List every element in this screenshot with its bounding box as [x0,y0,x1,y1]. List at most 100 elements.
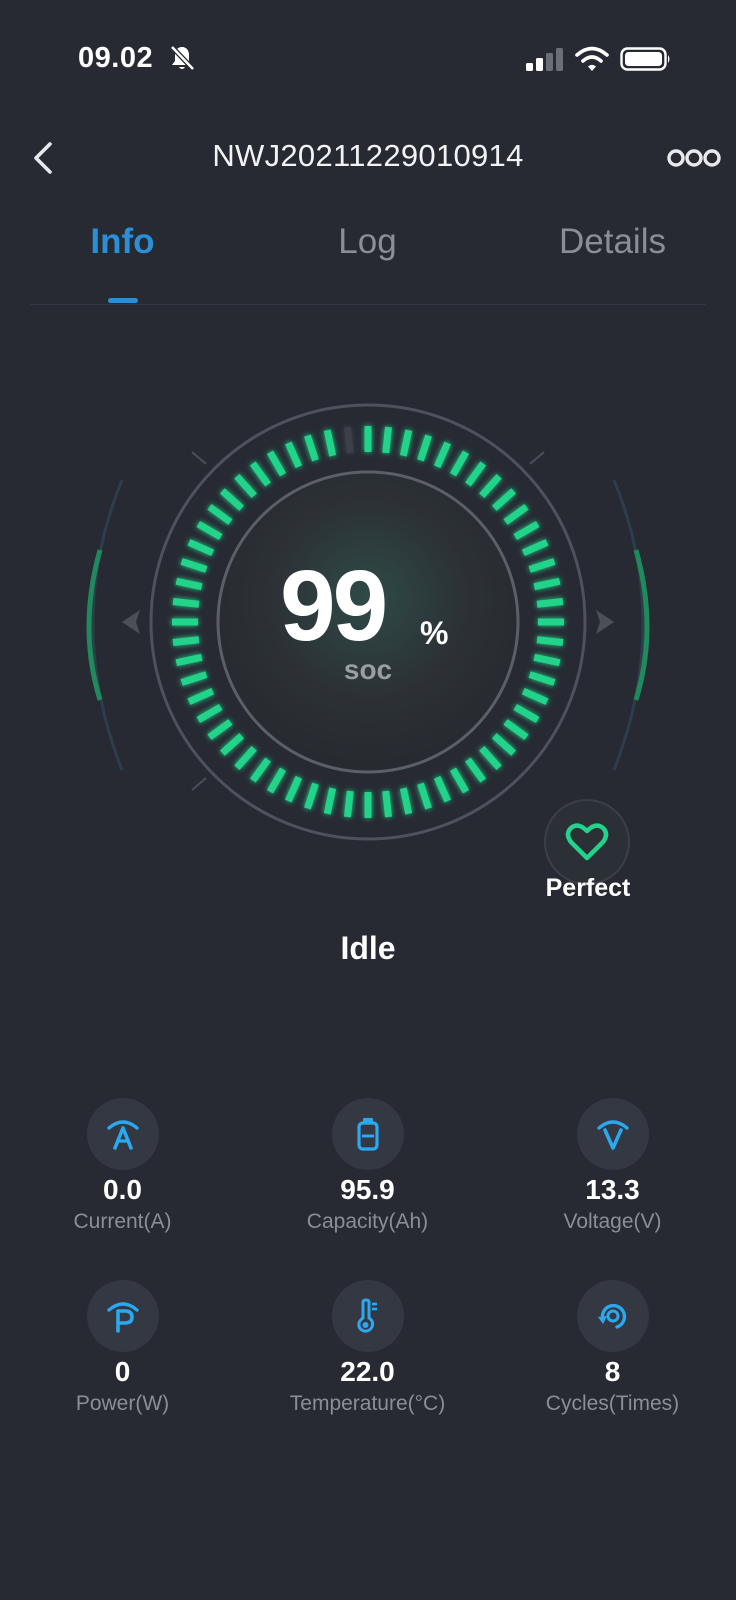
gauge-right-arrow [596,610,614,634]
gauge-corner-mark [191,777,207,791]
metric-cycles: 8 Cycles(Times) [490,1280,735,1430]
gauge-segment [172,636,200,646]
gauge-segment [382,426,392,454]
gauge-segment [479,745,502,771]
gauge-segment [249,461,271,487]
gauge-segment [285,775,303,803]
gauge-segment [521,539,549,557]
gauge-segment [449,450,470,477]
tab-divider [30,304,706,305]
gauge-segment [219,488,245,511]
gauge-segment [433,441,451,469]
gauge-segment [344,790,354,818]
page-title: NWJ20211229010914 [212,138,524,173]
gauge-segment [344,426,354,454]
cellular-signal-icon [526,48,563,71]
gauge-segment [249,757,271,783]
gauge-segment [304,782,319,810]
gauge-segment [196,703,223,724]
gauge-segment [266,767,287,794]
metric-value: 0 [114,1356,131,1387]
gauge-segment [234,473,257,499]
tab-info[interactable]: Info [0,222,245,262]
gauge-segment [417,782,432,810]
gauge-segment [465,461,487,487]
wifi-icon [575,46,609,71]
gauge-segment [433,775,451,803]
current-icon [107,1120,139,1150]
cycles-icon [598,1303,627,1329]
soc-label: soc [343,654,393,685]
soc-value: 99 [280,550,388,662]
tab-log[interactable]: Log [245,222,490,262]
metric-label: Current(A) [73,1210,172,1233]
gauge-corner-mark [191,451,207,465]
bell-off-icon [170,45,195,71]
metric-current: 0.0 Current(A) [0,1098,245,1248]
gauge-segment [175,577,203,591]
metric-voltage: 13.3 Voltage(V) [490,1098,735,1248]
battery-info-screen: 09.02 NWJ20211229010914 Info Log Details… [0,0,736,1600]
metric-label: Power(W) [75,1392,170,1415]
gauge-segment [323,429,337,457]
tab-bar: Info Log Details [0,212,736,308]
gauge-left-arrow [122,610,140,634]
gauge-left-arc [91,479,124,771]
soc-unit: % [420,615,449,651]
gauge-segment [503,719,529,741]
gauge-segment [491,488,517,511]
metric-label: Cycles(Times) [545,1392,680,1415]
metric-capacity: 95.9 Capacity(Ah) [245,1098,490,1248]
gauge-segment [417,434,432,462]
gauge-segment [187,687,215,705]
heart-icon [544,799,630,885]
gauge-segment [536,598,564,608]
gauge-segment [180,558,208,573]
gauge-segment [399,429,413,457]
battery-state: Idle [340,930,396,966]
gauge-segment [323,787,337,815]
status-time: 09.02 [78,42,154,74]
battery-icon [620,47,670,71]
metric-value: 95.9 [340,1174,395,1205]
metric-value: 8 [604,1356,621,1387]
health-label: Perfect [545,874,631,902]
metric-power: 0 Power(W) [0,1280,245,1430]
voltage-icon [597,1120,629,1150]
metric-value: 22.0 [340,1356,395,1387]
gauge-segment [479,473,502,499]
gauge-segment [207,503,233,525]
gauge-segment [382,790,392,818]
gauge-segment [449,767,470,794]
gauge-segment [234,745,257,771]
gauge-segment [207,719,233,741]
gauge-segment [533,577,561,591]
gauge-segment [266,450,287,477]
gauge-segment [285,441,303,469]
metric-value: 13.3 [585,1174,640,1205]
gauge-segment [521,687,549,705]
gauge-segment [491,733,517,756]
gauge-segment [503,503,529,525]
metric-label: Capacity(Ah) [306,1210,429,1233]
gauge-right-arc [612,479,645,771]
status-bar: 09.02 [0,0,736,120]
tab-details[interactable]: Details [490,222,735,262]
gauge-segment [465,757,487,783]
temperature-icon [357,1298,377,1333]
metric-label: Temperature(°C) [289,1392,446,1415]
gauge-segment [399,787,413,815]
gauge-segment [513,520,540,541]
gauge-segment [172,598,200,608]
gauge-segment [513,703,540,724]
active-tab-indicator [108,298,138,303]
metric-label: Voltage(V) [563,1210,662,1233]
gauge-corner-mark [529,451,545,465]
capacity-icon [357,1118,379,1151]
power-icon [107,1302,139,1333]
gauge-segment [536,636,564,646]
gauge-segment [187,539,215,557]
gauge-segment [219,733,245,756]
gauge-segment [528,558,556,573]
more-dots-icon[interactable] [666,140,722,176]
